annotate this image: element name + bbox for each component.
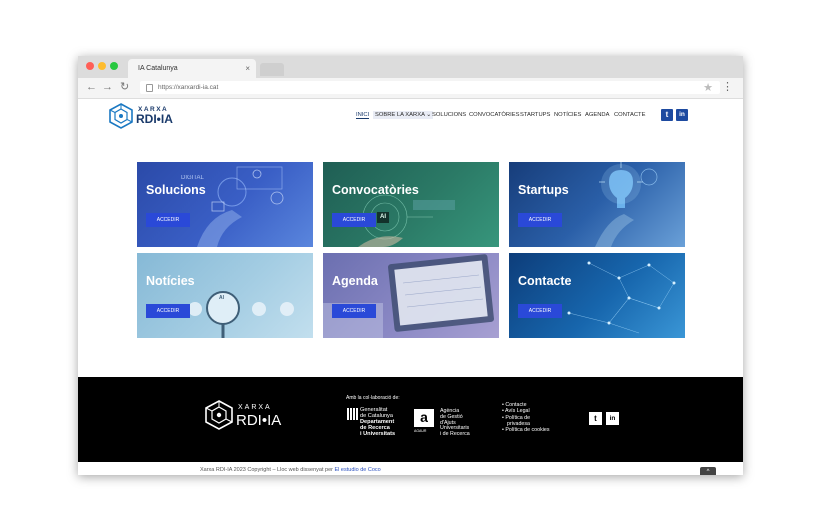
ai-decor-text: AI [219, 295, 224, 301]
site-header: XARXA RDI•IA INICI SOBRE LA XARXA ⌄ SOLU… [78, 99, 743, 137]
nav-item-startups[interactable]: STARTUPS [520, 112, 550, 118]
footer-link-cookies[interactable]: • Política de cookies [502, 427, 550, 433]
footer-logo-text: RDI•IA [236, 412, 282, 429]
nav-item-contacte[interactable]: CONTACTE [614, 112, 645, 118]
digital-decor-text: DIGITAL [181, 175, 204, 181]
twitter-icon[interactable]: t [661, 109, 673, 121]
agaur-logo: Agència de Gestió d'Ajuts Universitaris … [440, 408, 470, 438]
card-agenda[interactable]: Agenda ACCEDIR [323, 253, 499, 338]
agaur-small-text: AGAUR [414, 429, 427, 433]
site-footer: XARXA RDI•IA Amb la col·laboració de: Ge… [78, 377, 743, 462]
agaur-line: i de Recerca [440, 431, 470, 438]
nav-item-convocatories[interactable]: CONVOCATÒRIES [469, 112, 519, 118]
card-title: Agenda [332, 274, 378, 288]
nav-item-inici[interactable]: INICI [356, 112, 370, 119]
accedir-button[interactable]: ACCEDIR [146, 213, 190, 227]
bookmark-star-icon[interactable]: ★ [703, 81, 713, 94]
card-noticies-image [188, 291, 294, 338]
card-contacte[interactable]: Contacte ACCEDIR [509, 253, 685, 338]
accedir-button[interactable]: ACCEDIR [146, 304, 190, 318]
scroll-top-button[interactable]: ^ [700, 467, 716, 475]
card-startups-image [595, 162, 658, 247]
browser-toolbar: ← → ↻ https://xarxardi-ia.cat ★ ⋮ [78, 78, 743, 99]
copyright-bar: Xarxa RDI-IA 2023 Copyright – Lloc web d… [78, 462, 743, 475]
card-convocatories-image [343, 194, 455, 247]
card-convocatories[interactable]: AI Convocatòries ACCEDIR [323, 162, 499, 247]
reload-icon[interactable]: ↻ [120, 82, 129, 93]
tab-bar: IA Catalunya × [78, 56, 743, 78]
designer-link[interactable]: El estudio de Coco [335, 467, 381, 473]
browser-menu-icon[interactable]: ⋮ [722, 80, 733, 93]
footer-linkedin-icon[interactable]: in [606, 412, 619, 425]
card-startups[interactable]: Startups ACCEDIR [509, 162, 685, 247]
nav-item-noticies[interactable]: NOTÍCIES [554, 112, 581, 118]
accedir-button[interactable]: ACCEDIR [518, 304, 562, 318]
accedir-button[interactable]: ACCEDIR [332, 304, 376, 318]
nav-item-sobre-la-xarxa[interactable]: SOBRE LA XARXA ⌄ [373, 111, 434, 119]
collab-label: Amb la col·laboració de: [346, 395, 400, 401]
card-noticies[interactable]: AI Notícies ACCEDIR [137, 253, 313, 338]
gencat-line: i Universitats [360, 431, 396, 437]
nav-item-solucions[interactable]: SOLUCIONS [432, 112, 466, 118]
card-solucions[interactable]: DIGITAL Solucions ACCEDIR [137, 162, 313, 247]
card-title: Contacte [518, 274, 572, 288]
footer-twitter-icon[interactable]: t [589, 412, 602, 425]
card-title: Startups [518, 183, 569, 197]
browser-window: IA Catalunya × ← → ↻ https://xarxardi-ia… [78, 56, 743, 475]
accedir-button[interactable]: ACCEDIR [518, 213, 562, 227]
footer-logo-small: XARXA [238, 404, 272, 411]
back-icon[interactable]: ← [86, 82, 97, 93]
accedir-button[interactable]: ACCEDIR [332, 213, 376, 227]
footer-logo-icon [205, 400, 233, 430]
close-window-dot[interactable] [86, 62, 94, 70]
linkedin-icon[interactable]: in [676, 109, 688, 121]
ai-chip-icon: AI [377, 212, 389, 223]
browser-tab[interactable]: IA Catalunya × [128, 59, 256, 78]
maximize-window-dot[interactable] [110, 62, 118, 70]
close-tab-icon[interactable]: × [245, 64, 250, 73]
site-logo-icon[interactable] [108, 103, 134, 129]
card-title: Convocatòries [332, 183, 419, 197]
agaur-mark-icon: a [414, 409, 434, 427]
web-page: XARXA RDI•IA INICI SOBRE LA XARXA ⌄ SOLU… [78, 99, 743, 475]
card-solucions-image [197, 166, 284, 247]
copyright-text: Xarxa RDI-IA 2023 Copyright – Lloc web d… [200, 467, 381, 473]
gencat-logo-icon [347, 408, 358, 420]
card-title: Notícies [146, 274, 195, 288]
new-tab-button[interactable] [260, 63, 284, 76]
gencat-logo: Generalitat de Catalunya Departament de … [360, 407, 395, 437]
address-bar[interactable]: https://xarxardi-ia.cat [140, 81, 720, 94]
tab-title: IA Catalunya [138, 65, 178, 72]
page-icon [146, 84, 153, 92]
minimize-window-dot[interactable] [98, 62, 106, 70]
footer-links: • Contacte • Avís Legal • Política de pr… [502, 402, 550, 433]
nav-item-agenda[interactable]: AGENDA [585, 112, 609, 118]
logo-text[interactable]: RDI•IA [136, 112, 173, 126]
card-agenda-image [323, 254, 494, 338]
card-contacte-image [567, 261, 676, 334]
forward-icon[interactable]: → [102, 82, 113, 93]
card-title: Solucions [146, 183, 206, 197]
url-text: https://xarxardi-ia.cat [158, 84, 219, 91]
